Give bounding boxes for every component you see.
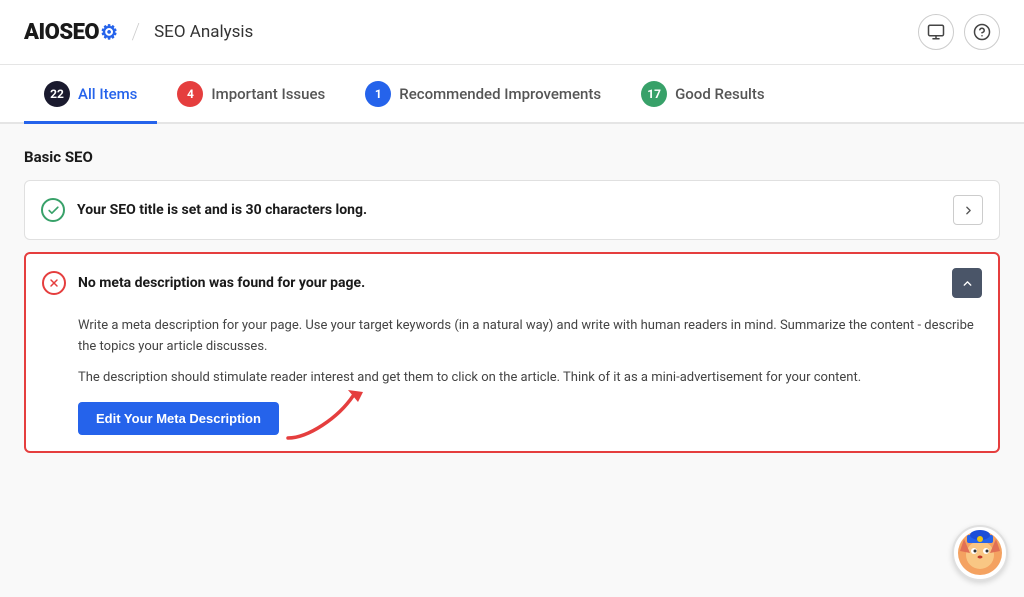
- meta-description-card-left: No meta description was found for your p…: [42, 271, 365, 295]
- header-left: AIOSEO⚙ / SEO Analysis: [24, 20, 253, 45]
- chevron-up-icon: [961, 277, 974, 290]
- logo-seo-text: SEO: [59, 20, 99, 45]
- logo: AIOSEO⚙: [24, 20, 118, 45]
- tab-good-results-label: Good Results: [675, 85, 765, 103]
- meta-description-body-p2: The description should stimulate reader …: [78, 368, 982, 389]
- tab-important-issues-badge: 4: [177, 81, 203, 107]
- header: AIOSEO⚙ / SEO Analysis: [0, 0, 1024, 65]
- help-button[interactable]: [964, 14, 1000, 50]
- mascot-avatar: [952, 525, 1008, 581]
- main-content: Basic SEO Your SEO title is set and is 3…: [0, 124, 1024, 597]
- chevron-right-icon: [962, 204, 975, 217]
- monitor-icon: [927, 23, 945, 41]
- meta-description-card-header: No meta description was found for your p…: [26, 254, 998, 312]
- tab-all-items-badge: 22: [44, 81, 70, 107]
- tab-all-items[interactable]: 22 All Items: [24, 65, 157, 124]
- section-title: Basic SEO: [24, 148, 1000, 166]
- tab-recommended-improvements-badge: 1: [365, 81, 391, 107]
- meta-description-card: No meta description was found for your p…: [24, 252, 1000, 453]
- help-icon: [973, 23, 991, 41]
- arrow-annotation: [278, 388, 368, 448]
- header-icons: [918, 14, 1000, 50]
- seo-title-card-header: Your SEO title is set and is 30 characte…: [25, 181, 999, 239]
- logo-gear-icon: ⚙: [100, 20, 117, 44]
- meta-description-text: No meta description was found for your p…: [78, 275, 365, 291]
- tab-all-items-label: All Items: [78, 85, 137, 103]
- seo-title-card: Your SEO title is set and is 30 characte…: [24, 180, 1000, 240]
- tabs-bar: 22 All Items 4 Important Issues 1 Recomm…: [0, 65, 1024, 124]
- edit-meta-description-button[interactable]: Edit Your Meta Description: [78, 402, 279, 435]
- tab-good-results-badge: 17: [641, 81, 667, 107]
- meta-description-collapse-button[interactable]: [952, 268, 982, 298]
- meta-description-body-p1: Write a meta description for your page. …: [78, 316, 982, 358]
- mascot-image: [956, 529, 1004, 577]
- header-title: SEO Analysis: [154, 22, 253, 42]
- meta-description-card-body: Write a meta description for your page. …: [26, 312, 998, 451]
- logo-aio-text: AIO: [24, 20, 59, 45]
- seo-title-card-left: Your SEO title is set and is 30 characte…: [41, 198, 367, 222]
- error-x-icon: [42, 271, 66, 295]
- tab-recommended-improvements-label: Recommended Improvements: [399, 85, 601, 103]
- monitor-button[interactable]: [918, 14, 954, 50]
- header-divider: /: [132, 20, 141, 45]
- seo-title-expand-button[interactable]: [953, 195, 983, 225]
- edit-button-container: Edit Your Meta Description: [78, 398, 279, 435]
- success-check-icon: [41, 198, 65, 222]
- tab-recommended-improvements[interactable]: 1 Recommended Improvements: [345, 65, 621, 124]
- seo-title-text: Your SEO title is set and is 30 characte…: [77, 202, 367, 218]
- tab-important-issues[interactable]: 4 Important Issues: [157, 65, 345, 124]
- tab-important-issues-label: Important Issues: [211, 85, 325, 103]
- tab-good-results[interactable]: 17 Good Results: [621, 65, 785, 124]
